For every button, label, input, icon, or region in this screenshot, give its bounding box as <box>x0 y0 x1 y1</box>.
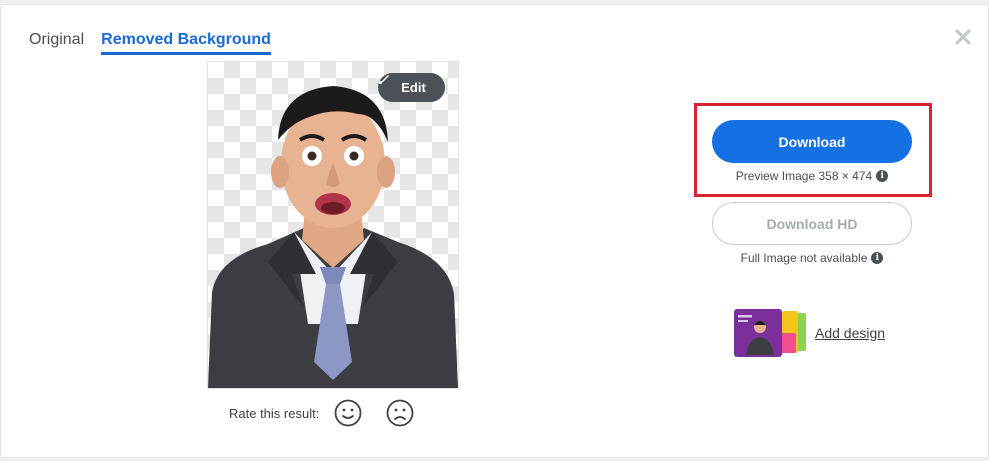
add-design-link[interactable]: Add design <box>815 325 885 341</box>
info-icon[interactable]: i <box>876 170 889 182</box>
design-thumbnail <box>734 309 808 357</box>
info-icon[interactable]: i <box>871 252 884 264</box>
tab-removed-background[interactable]: Removed Background <box>101 31 271 55</box>
edit-button-label: Edit <box>401 80 426 95</box>
tab-original[interactable]: Original <box>29 31 84 55</box>
view-tabs: Original Removed Background <box>29 31 271 55</box>
download-button[interactable]: Download <box>712 120 912 163</box>
preview-image-info: Preview Image 358 × 474 i <box>712 169 912 183</box>
edit-button[interactable]: Edit <box>378 73 445 102</box>
smile-icon[interactable] <box>333 398 363 428</box>
frown-icon[interactable] <box>385 398 415 428</box>
download-hd-button[interactable]: Download HD <box>712 202 912 245</box>
add-design[interactable]: Add design <box>734 309 885 357</box>
full-image-text: Full Image not available <box>740 251 868 265</box>
rating-row: Rate this result: <box>229 398 437 428</box>
person-cutout-image <box>208 86 458 388</box>
result-image: Edit <box>207 61 459 389</box>
preview-image-text: Preview Image 358 × 474 <box>735 169 873 183</box>
close-icon[interactable] <box>951 25 975 49</box>
rating-label: Rate this result: <box>229 405 320 421</box>
full-image-info: Full Image not available i <box>712 251 912 265</box>
